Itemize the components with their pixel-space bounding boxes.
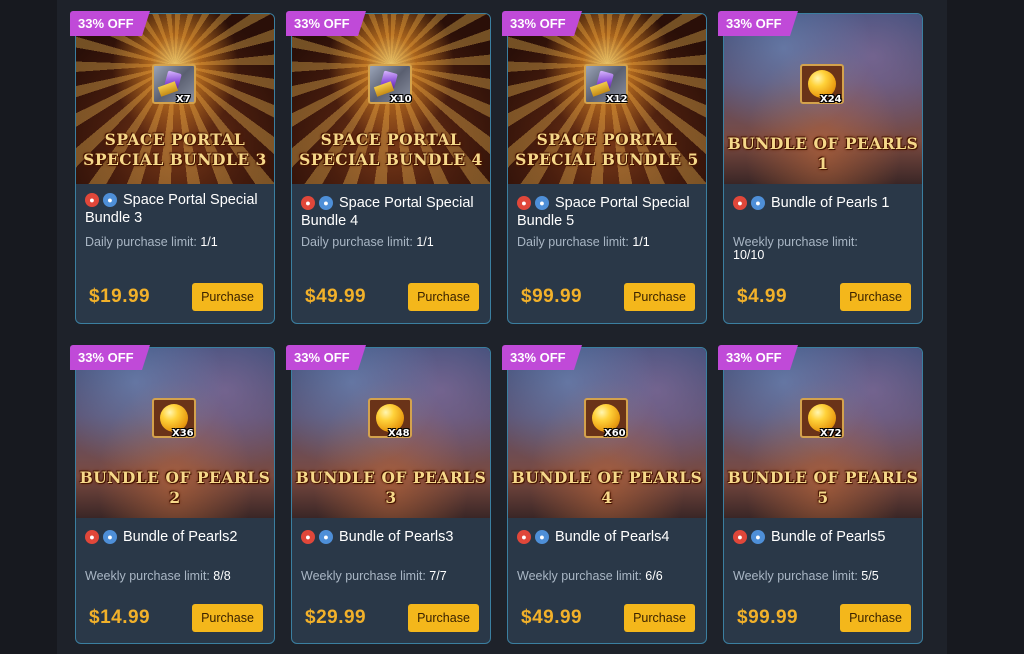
item-quantity: X48 <box>388 428 410 439</box>
bundle-card: X48 BUNDLE OF PEARLS 3 33% OFF ● ● Bundl… <box>286 345 491 644</box>
purchase-button[interactable]: Purchase <box>840 283 911 311</box>
item-name: Bundle of Pearls 1 <box>771 195 890 211</box>
shop-panel: X7 SPACE PORTAL SPECIAL BUNDLE 3 33% OFF… <box>57 0 947 654</box>
discount-badge: 33% OFF <box>718 11 798 36</box>
purchase-limit: Weekly purchase limit: 8/8 <box>85 570 270 583</box>
bundle-card: X60 BUNDLE OF PEARLS 4 33% OFF ● ● Bundl… <box>502 345 707 644</box>
price: $4.99 <box>737 286 788 307</box>
artwork-title-line2: SPECIAL BUNDLE 4 <box>299 150 483 169</box>
item-name: Bundle of Pearls3 <box>339 529 454 545</box>
purchase-limit: Daily purchase limit: 1/1 <box>85 236 270 249</box>
price: $19.99 <box>89 286 151 307</box>
purchase-limit: Daily purchase limit: 1/1 <box>517 236 702 249</box>
limit-label: Daily purchase limit: <box>85 235 197 249</box>
artwork-title-line1: BUNDLE OF PEARLS 1 <box>727 134 919 173</box>
limit-value: 5/5 <box>861 569 879 583</box>
limit-label: Weekly purchase limit: <box>85 569 210 583</box>
item-name: Space Portal Special Bundle 4 <box>301 195 474 229</box>
limit-value: 7/7 <box>429 569 447 583</box>
purchase-button[interactable]: Purchase <box>624 283 695 311</box>
limit-value: 10/10 <box>733 248 765 262</box>
price: $99.99 <box>521 286 583 307</box>
item-quantity: X10 <box>390 94 412 105</box>
bundle-artwork: X72 BUNDLE OF PEARLS 5 <box>724 348 922 518</box>
item-quantity: X12 <box>606 94 628 105</box>
limit-label: Weekly purchase limit: <box>301 569 426 583</box>
discount-badge: 33% OFF <box>70 345 150 370</box>
artwork-title-line1: BUNDLE OF PEARLS 4 <box>511 468 703 507</box>
artwork-title-line1: BUNDLE OF PEARLS 5 <box>727 468 919 507</box>
bundle-card: X12 SPACE PORTAL SPECIAL BUNDLE 5 33% OF… <box>502 11 707 324</box>
bundle-artwork: X24 BUNDLE OF PEARLS 1 <box>724 14 922 184</box>
discount-badge: 33% OFF <box>70 11 150 36</box>
purchase-button[interactable]: Purchase <box>840 604 911 632</box>
artwork-title-line2: SPECIAL BUNDLE 3 <box>83 150 267 169</box>
item-quantity: X72 <box>820 428 842 439</box>
bundle-card: X24 BUNDLE OF PEARLS 1 33% OFF ● ● Bundl… <box>718 11 923 324</box>
item-quantity: X7 <box>176 94 191 105</box>
price: $14.99 <box>89 607 151 628</box>
artwork-title-line2: SPECIAL BUNDLE 5 <box>515 150 699 169</box>
artwork-title-line1: BUNDLE OF PEARLS 2 <box>79 468 271 507</box>
bundle-card: X10 SPACE PORTAL SPECIAL BUNDLE 4 33% OF… <box>286 11 491 324</box>
limit-value: 6/6 <box>645 569 663 583</box>
purchase-limit: Weekly purchase limit: 7/7 <box>301 570 486 583</box>
discount-badge: 33% OFF <box>718 345 798 370</box>
purchase-button[interactable]: Purchase <box>192 604 263 632</box>
discount-badge: 33% OFF <box>286 11 366 36</box>
limit-label: Weekly purchase limit: <box>733 235 858 249</box>
price: $49.99 <box>521 607 583 628</box>
bundle-artwork: X60 BUNDLE OF PEARLS 4 <box>508 348 706 518</box>
bundle-artwork: X48 BUNDLE OF PEARLS 3 <box>292 348 490 518</box>
discount-badge: 33% OFF <box>502 11 582 36</box>
purchase-button[interactable]: Purchase <box>408 604 479 632</box>
artwork-title-line1: SPACE PORTAL <box>104 130 246 149</box>
bundle-card: X7 SPACE PORTAL SPECIAL BUNDLE 3 33% OFF… <box>70 11 275 324</box>
item-name: Bundle of Pearls5 <box>771 529 886 545</box>
limit-value: 1/1 <box>632 235 650 249</box>
bundle-card: X36 BUNDLE OF PEARLS 2 33% OFF ● ● Bundl… <box>70 345 275 644</box>
bundle-artwork: X10 SPACE PORTAL SPECIAL BUNDLE 4 <box>292 14 490 184</box>
purchase-button[interactable]: Purchase <box>408 283 479 311</box>
price: $99.99 <box>737 607 799 628</box>
purchase-limit: Daily purchase limit: 1/1 <box>301 236 486 249</box>
limit-label: Weekly purchase limit: <box>733 569 858 583</box>
discount-badge: 33% OFF <box>502 345 582 370</box>
price: $49.99 <box>305 286 367 307</box>
discount-badge: 33% OFF <box>286 345 366 370</box>
purchase-limit: Weekly purchase limit: 5/5 <box>733 570 918 583</box>
item-quantity: X24 <box>820 94 842 105</box>
limit-value: 8/8 <box>213 569 231 583</box>
bundle-artwork: X12 SPACE PORTAL SPECIAL BUNDLE 5 <box>508 14 706 184</box>
artwork-title-line1: BUNDLE OF PEARLS 3 <box>295 468 487 507</box>
item-name: Bundle of Pearls2 <box>123 529 238 545</box>
item-name: Bundle of Pearls4 <box>555 529 670 545</box>
bundle-card: X72 BUNDLE OF PEARLS 5 33% OFF ● ● Bundl… <box>718 345 923 644</box>
artwork-title-line1: SPACE PORTAL <box>536 130 678 149</box>
item-quantity: X36 <box>172 428 194 439</box>
price: $29.99 <box>305 607 367 628</box>
purchase-limit: Weekly purchase limit: 10/10 <box>733 236 883 262</box>
artwork-title-line1: SPACE PORTAL <box>320 130 462 149</box>
bundle-artwork: X36 BUNDLE OF PEARLS 2 <box>76 348 274 518</box>
purchase-button[interactable]: Purchase <box>192 283 263 311</box>
limit-label: Daily purchase limit: <box>301 235 413 249</box>
item-name: Space Portal Special Bundle 5 <box>517 195 690 229</box>
limit-value: 1/1 <box>416 235 434 249</box>
limit-value: 1/1 <box>200 235 218 249</box>
bundle-artwork: X7 SPACE PORTAL SPECIAL BUNDLE 3 <box>76 14 274 184</box>
limit-label: Daily purchase limit: <box>517 235 629 249</box>
item-name: Space Portal Special Bundle 3 <box>85 192 258 226</box>
purchase-button[interactable]: Purchase <box>624 604 695 632</box>
limit-label: Weekly purchase limit: <box>517 569 642 583</box>
purchase-limit: Weekly purchase limit: 6/6 <box>517 570 702 583</box>
item-quantity: X60 <box>604 428 626 439</box>
